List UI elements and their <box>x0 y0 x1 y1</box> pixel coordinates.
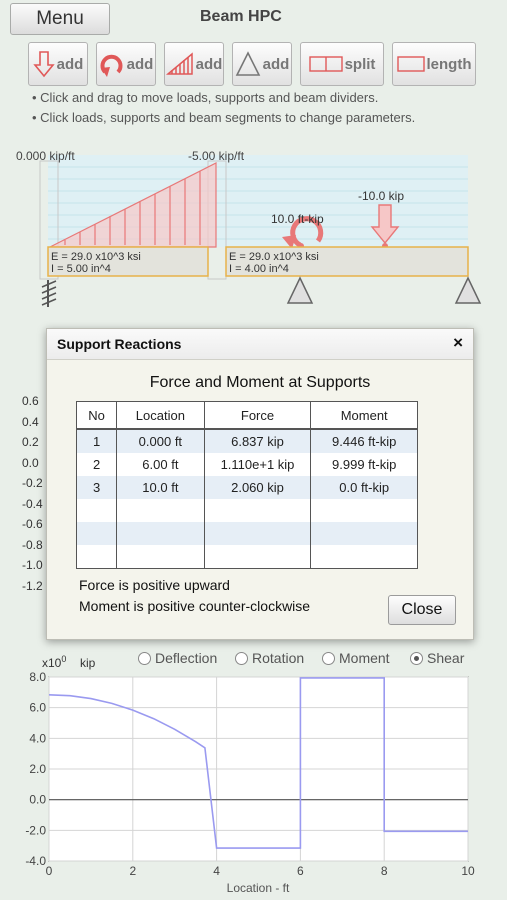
add-moment-label: add <box>126 55 154 73</box>
x-axis-label: Location - ft <box>227 881 290 895</box>
split-button[interactable]: split <box>300 42 384 86</box>
table-row: 2 6.00 ft 1.110e+1 kip 9.999 ft-kip <box>75 453 418 476</box>
segment-1-inertia: I = 5.00 in^4 <box>51 263 111 275</box>
segment-1-modulus: E = 29.0 x10^3 ksi <box>51 251 141 263</box>
add-distributed-load-label: add <box>195 55 223 73</box>
cell-no: 2 <box>75 453 118 476</box>
y-tick-label: 2.0 <box>29 762 46 776</box>
x-tick-label: 2 <box>129 864 136 878</box>
close-icon[interactable]: × <box>453 333 463 353</box>
close-button[interactable]: Close <box>388 595 456 625</box>
support-triangle-icon <box>235 51 260 76</box>
table-row-empty <box>75 522 418 545</box>
y-tick-label: 4.0 <box>29 731 46 745</box>
dialog-title: Support Reactions <box>57 336 182 352</box>
dialog-header: Support Reactions × <box>47 329 473 360</box>
cell-moment: 0.0 ft-kip <box>310 476 418 499</box>
split-label: split <box>344 55 376 73</box>
add-moment-button[interactable]: add <box>96 42 156 86</box>
instruction-1: • Click and drag to move loads, supports… <box>32 90 379 105</box>
x-tick-label: 6 <box>297 864 304 878</box>
pin-support-3[interactable] <box>454 276 482 304</box>
y-tick-label: 8.0 <box>29 670 46 684</box>
moment-arc-icon <box>100 54 123 77</box>
hidden-plot-y-ticks: 0.6 0.4 0.2 0.0 -0.2 -0.4 -0.6 -0.8 -1.0 -1.2 <box>22 394 43 593</box>
add-point-load-label: add <box>56 55 84 73</box>
beam-diagram[interactable]: 0.000 kip/ft -5.00 kip/ft 10.0 ft-kip -1… <box>0 145 507 325</box>
app-title: Beam HPC <box>200 8 282 25</box>
table-row-empty <box>75 499 418 522</box>
table-row-empty <box>75 545 418 569</box>
cell-force: 1.110e+1 kip <box>203 453 312 476</box>
add-support-button[interactable]: add <box>232 42 292 86</box>
segment-2-inertia: I = 4.00 in^4 <box>229 263 289 275</box>
pin-support-2[interactable] <box>286 276 314 304</box>
add-point-load-button[interactable]: add <box>28 42 88 86</box>
column-header-no: No <box>75 401 118 430</box>
cell-no: 3 <box>75 476 118 499</box>
cell-location: 6.00 ft <box>116 453 205 476</box>
split-segment-icon <box>308 56 343 72</box>
shear-plot: x100 kip 0 2 4 6 8 108.06.04.02.00.0-2.0-4.0 … <box>25 655 475 895</box>
length-label: length <box>426 55 472 73</box>
down-arrow-icon <box>32 51 55 78</box>
y-tick-label: 0.0 <box>29 793 46 807</box>
cell-force: 6.837 kip <box>203 429 312 453</box>
moment-label[interactable]: 10.0 ft-kip <box>271 212 324 226</box>
length-button[interactable]: length <box>392 42 476 86</box>
y-axis-label: kip <box>80 656 96 670</box>
cell-moment: 9.999 ft-kip <box>310 453 418 476</box>
cell-location: 10.0 ft <box>116 476 205 499</box>
column-header-force: Force <box>203 401 312 430</box>
cell-moment: 9.446 ft-kip <box>310 429 418 453</box>
dist-start-label[interactable]: 0.000 kip/ft <box>16 149 75 163</box>
cell-no: 1 <box>75 429 118 453</box>
column-header-location: Location <box>116 401 205 430</box>
cell-location: 0.000 ft <box>116 429 205 453</box>
table-row: 1 0.000 ft 6.837 kip 9.446 ft-kip <box>75 429 418 453</box>
support-reactions-dialog: Support Reactions × Force and Moment at … <box>46 328 474 640</box>
table-row: 3 10.0 ft 2.060 kip 0.0 ft-kip <box>75 476 418 499</box>
fixed-support[interactable] <box>41 280 57 307</box>
distributed-load-icon <box>165 52 193 75</box>
reactions-table: No Location Force Moment 1 0.000 ft 6.83… <box>75 401 418 569</box>
x-tick-label: 8 <box>381 864 388 878</box>
y-tick-label: -2.0 <box>25 823 46 837</box>
segment-2-modulus: E = 29.0 x10^3 ksi <box>229 251 319 263</box>
add-support-label: add <box>262 55 290 73</box>
x-tick-label: 0 <box>46 864 53 878</box>
table-heading: Force and Moment at Supports <box>149 374 371 391</box>
dist-end-label[interactable]: -5.00 kip/ft <box>188 149 245 163</box>
force-sign-note: Force is positive upward <box>79 577 230 593</box>
table-header-row: No Location Force Moment <box>75 401 418 430</box>
x-tick-label: 4 <box>213 864 220 878</box>
menu-button[interactable]: Menu <box>10 3 110 35</box>
beam-length-icon <box>396 56 425 72</box>
add-distributed-load-button[interactable]: add <box>164 42 224 86</box>
y-tick-label: 6.0 <box>29 701 46 715</box>
moment-sign-note: Moment is positive counter-clockwise <box>79 598 311 614</box>
y-multiplier-label: x100 <box>42 655 66 670</box>
cell-force: 2.060 kip <box>203 476 312 499</box>
point-load-label[interactable]: -10.0 kip <box>358 189 404 203</box>
y-tick-label: -4.0 <box>25 854 46 868</box>
column-header-moment: Moment <box>310 401 418 430</box>
instruction-2: • Click loads, supports and beam segment… <box>32 110 416 125</box>
x-tick-label: 10 <box>461 864 475 878</box>
